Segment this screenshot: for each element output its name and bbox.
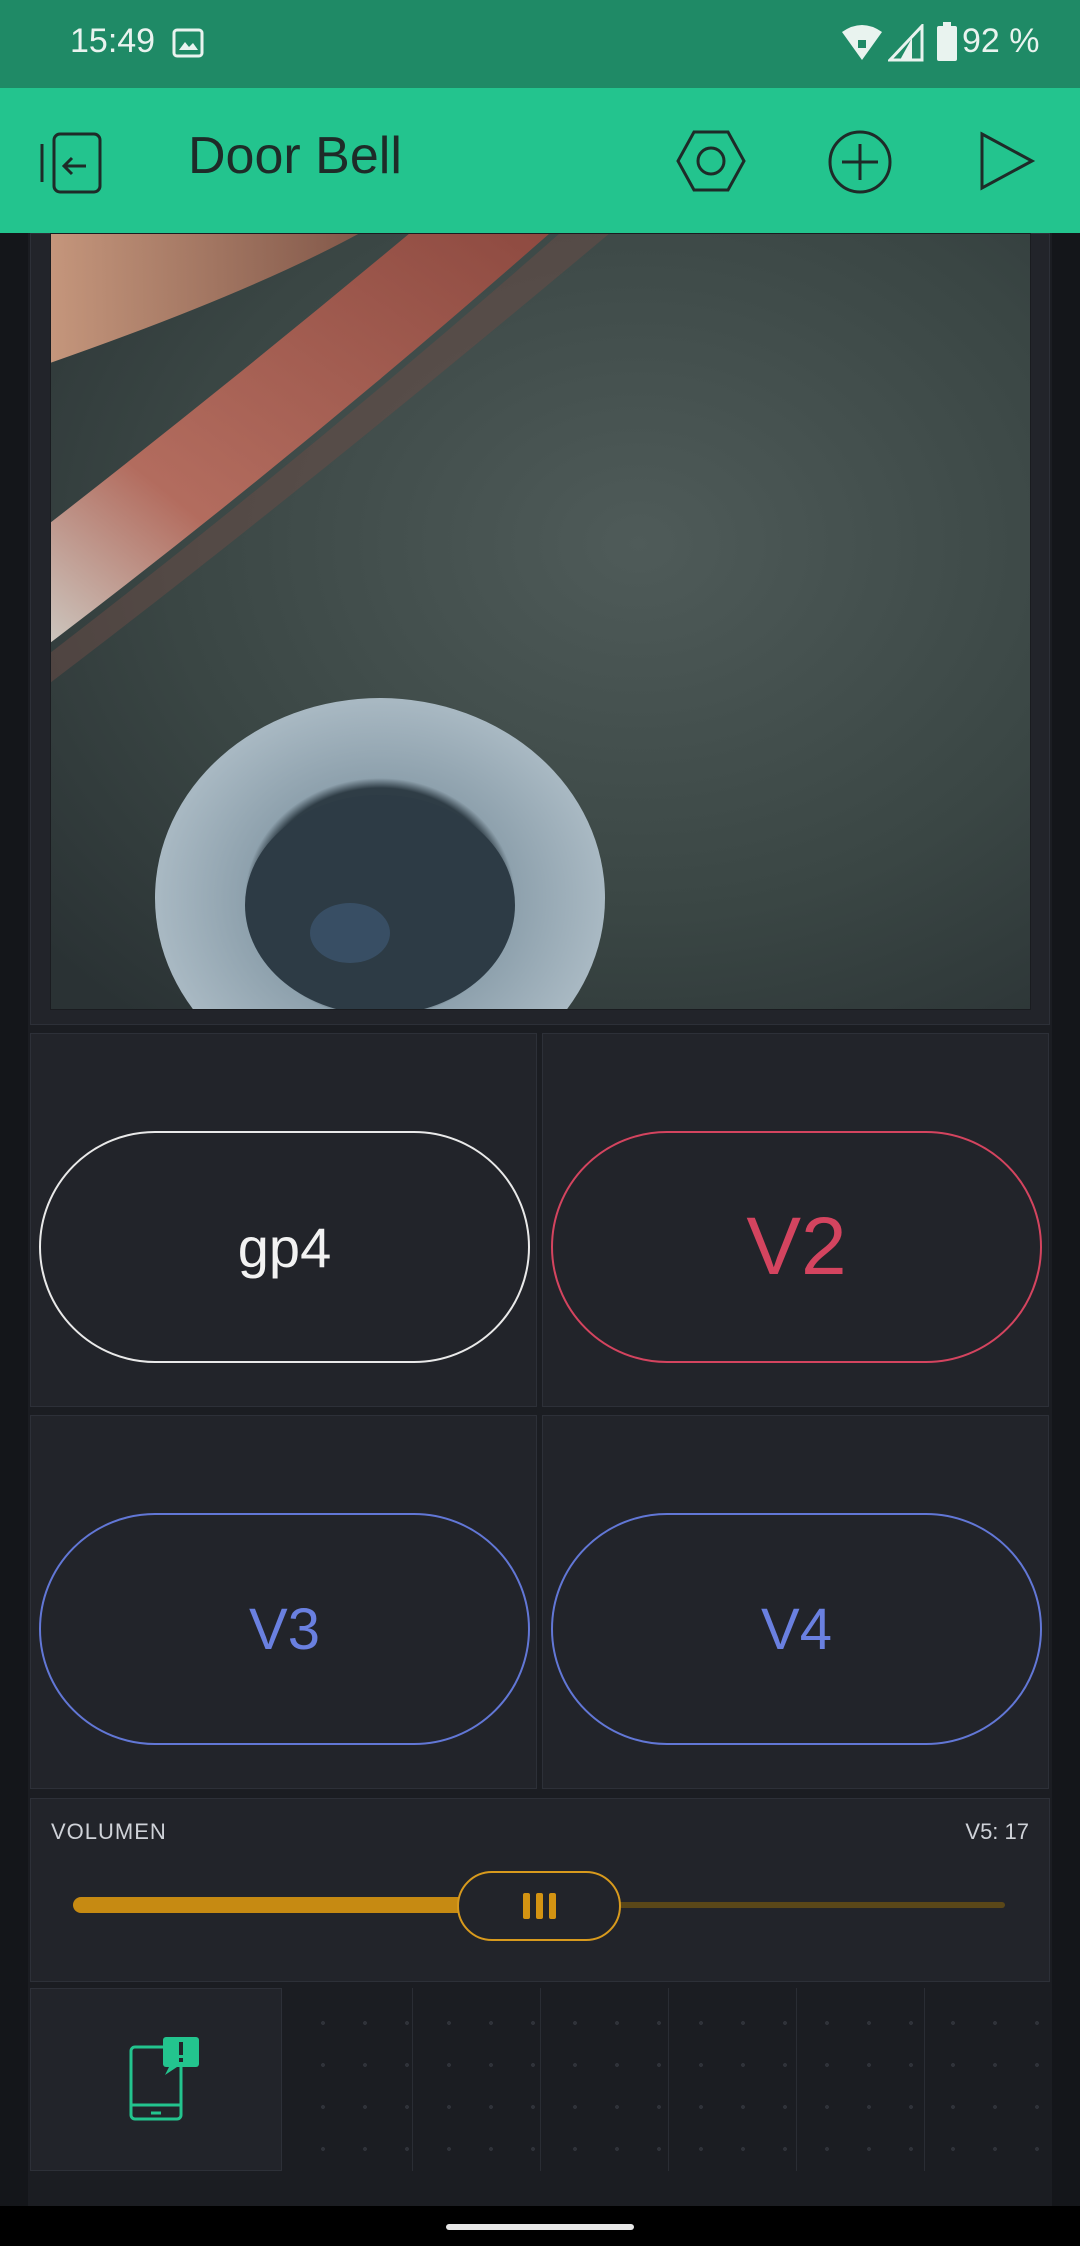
wifi-icon xyxy=(842,25,882,60)
v3-button[interactable]: V3 xyxy=(39,1513,530,1745)
button-widget-v2: V2 xyxy=(542,1033,1049,1407)
grip-icon xyxy=(535,1893,543,1919)
slider-value: V5: 17 xyxy=(965,1819,1029,1844)
phone-notification-icon xyxy=(129,2037,199,2121)
volume-slider-widget: VOLUMEN V5: 17 xyxy=(30,1798,1050,1982)
grip-icon xyxy=(548,1893,556,1919)
play-button[interactable] xyxy=(972,128,1038,194)
button-widget-v4: V4 xyxy=(542,1415,1049,1789)
exit-project-button[interactable] xyxy=(38,128,108,198)
home-gesture-handle[interactable] xyxy=(446,2224,634,2230)
grid-divider xyxy=(668,1988,669,2171)
status-bar: 15:49 92 % xyxy=(0,0,1080,88)
video-stream-image xyxy=(50,233,1031,1010)
grid-divider xyxy=(412,1988,413,2171)
status-time: 15:49 xyxy=(70,22,156,60)
system-navigation-bar xyxy=(0,2206,1080,2246)
settings-hexagon-icon[interactable] xyxy=(676,126,746,196)
grip-icon xyxy=(522,1893,530,1919)
v4-button[interactable]: V4 xyxy=(551,1513,1042,1745)
grid-divider xyxy=(540,1988,541,2171)
button-widget-gp4: gp4 xyxy=(30,1033,537,1407)
battery-percentage: 92 % xyxy=(962,22,1040,60)
notification-widget[interactable] xyxy=(30,1988,282,2171)
v2-button[interactable]: V2 xyxy=(551,1131,1042,1363)
gp4-button[interactable]: gp4 xyxy=(39,1131,530,1363)
button-widget-v3: V3 xyxy=(30,1415,537,1789)
empty-widget-grid[interactable] xyxy=(288,1988,1050,2171)
gallery-icon xyxy=(172,28,204,58)
grid-divider xyxy=(924,1988,925,2171)
canvas-edge-right xyxy=(1052,233,1080,2206)
signal-icon xyxy=(888,24,924,62)
grid-divider xyxy=(796,1988,797,2171)
slider-thumb[interactable] xyxy=(457,1871,621,1941)
add-widget-button[interactable] xyxy=(824,126,896,198)
app-bar: Door Bell xyxy=(0,88,1080,233)
battery-icon xyxy=(937,22,957,61)
canvas-edge-left xyxy=(0,233,28,2206)
project-title: Door Bell xyxy=(188,127,402,185)
slider-label: VOLUMEN xyxy=(51,1819,167,1844)
